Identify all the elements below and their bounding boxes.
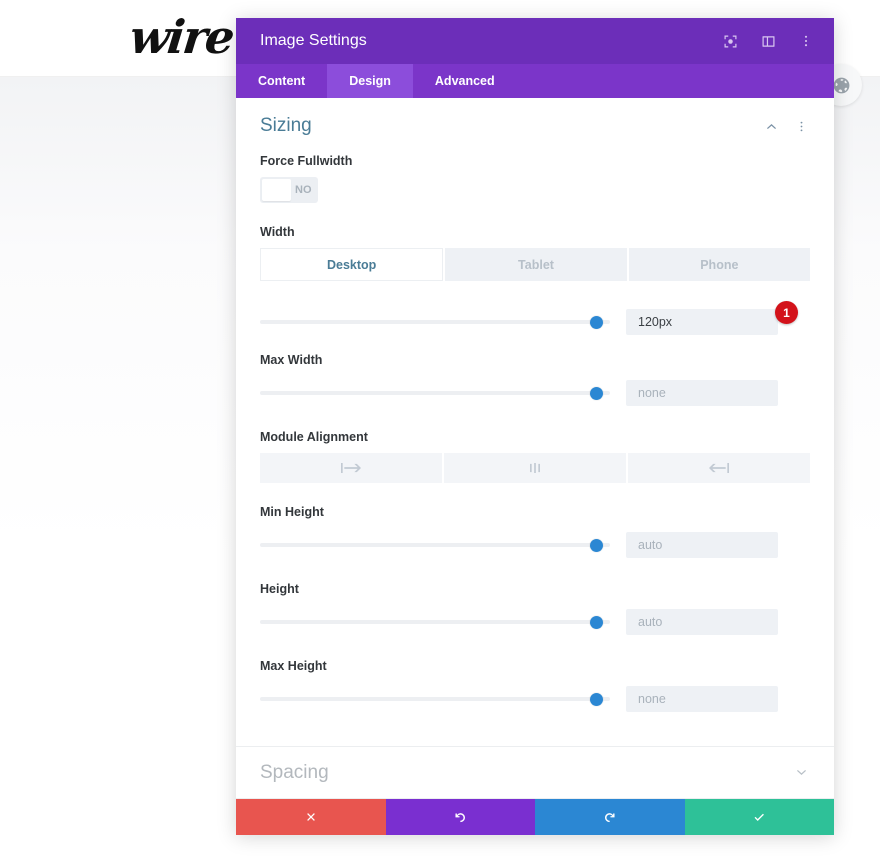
slider-track bbox=[260, 620, 610, 624]
panel-layout-glyph bbox=[762, 35, 774, 47]
field-max-width: Max Width none bbox=[260, 353, 810, 410]
slider-handle[interactable] bbox=[589, 539, 603, 552]
modal-body: Sizing Force Fullwidth NO Width Desktop … bbox=[236, 98, 834, 799]
slider-handle[interactable] bbox=[589, 693, 603, 706]
panel-layout-icon[interactable] bbox=[756, 29, 780, 53]
site-logo: wire bbox=[127, 10, 236, 64]
chevron-down-icon[interactable] bbox=[792, 764, 810, 782]
min-height-input[interactable]: auto bbox=[626, 532, 778, 558]
globe-glyph bbox=[833, 77, 849, 93]
slider-handle[interactable] bbox=[589, 616, 603, 629]
min-height-slider-row: auto bbox=[260, 528, 810, 562]
device-tab-tablet[interactable]: Tablet bbox=[445, 248, 627, 281]
min-height-slider[interactable] bbox=[260, 528, 610, 562]
modal-tabs: Content Design Advanced bbox=[236, 64, 834, 98]
modal-title: Image Settings bbox=[260, 32, 367, 49]
undo-button[interactable] bbox=[385, 799, 535, 835]
height-slider-row: auto bbox=[260, 605, 810, 639]
field-max-width-label: Max Width bbox=[260, 353, 323, 367]
field-width-label: Width bbox=[260, 225, 295, 239]
chevron-up-glyph bbox=[766, 123, 776, 129]
tab-design[interactable]: Design bbox=[327, 64, 413, 98]
more-vertical-icon[interactable] bbox=[792, 117, 810, 135]
max-height-slider-row: none bbox=[260, 682, 810, 716]
width-input[interactable]: 120px bbox=[626, 309, 778, 335]
more-vertical-icon[interactable] bbox=[794, 29, 818, 53]
section-spacing-title: Spacing bbox=[260, 761, 329, 783]
slider-track bbox=[260, 543, 610, 547]
undo-icon bbox=[455, 812, 465, 822]
toggle-knob bbox=[262, 179, 291, 201]
device-tab-phone[interactable]: Phone bbox=[628, 248, 810, 281]
align-center-glyph bbox=[530, 463, 540, 473]
width-device-tabs: Desktop Tablet Phone bbox=[260, 248, 810, 281]
align-left-glyph bbox=[341, 463, 361, 473]
field-module-alignment: Module Alignment bbox=[260, 430, 810, 483]
redo-button[interactable] bbox=[535, 799, 685, 835]
device-tab-desktop[interactable]: Desktop bbox=[260, 248, 444, 281]
field-force-fullwidth: Force Fullwidth NO bbox=[260, 154, 810, 203]
modal-titlebar-actions bbox=[718, 29, 818, 53]
slider-track bbox=[260, 320, 610, 324]
image-settings-modal: Image Settings Content Design Advanced S… bbox=[236, 18, 834, 835]
slider-handle[interactable] bbox=[589, 316, 603, 329]
section-sizing-title: Sizing bbox=[260, 115, 312, 136]
focus-target-glyph bbox=[724, 35, 736, 47]
field-max-height-label: Max Height bbox=[260, 659, 327, 673]
max-width-slider[interactable] bbox=[260, 376, 610, 410]
field-max-height: Max Height none bbox=[260, 659, 810, 716]
chevron-down-glyph bbox=[796, 769, 806, 776]
focus-target-icon[interactable] bbox=[718, 29, 742, 53]
redo-icon bbox=[605, 812, 615, 822]
align-right-glyph bbox=[709, 463, 729, 473]
field-min-height: Min Height auto bbox=[260, 505, 810, 562]
field-min-height-label: Min Height bbox=[260, 505, 324, 519]
width-slider-row: 120px 1 bbox=[260, 301, 810, 339]
width-slider[interactable] bbox=[260, 305, 610, 339]
section-sizing: Sizing Force Fullwidth NO Width Desktop … bbox=[236, 98, 834, 747]
max-height-slider[interactable] bbox=[260, 682, 610, 716]
field-width: Width Desktop Tablet Phone 120px 1 bbox=[260, 225, 810, 339]
toggle-value: NO bbox=[295, 184, 312, 196]
max-width-slider-row: none bbox=[260, 376, 810, 410]
slider-handle[interactable] bbox=[589, 387, 603, 400]
chevron-up-icon[interactable] bbox=[762, 117, 780, 135]
align-left-icon[interactable] bbox=[260, 453, 442, 483]
more-vertical-glyph bbox=[800, 121, 802, 131]
settings-scroll-area: Sizing Force Fullwidth NO Width Desktop … bbox=[236, 98, 834, 799]
section-spacing-actions bbox=[792, 764, 810, 782]
tab-advanced[interactable]: Advanced bbox=[413, 64, 517, 98]
section-spacing-header[interactable]: Spacing bbox=[236, 747, 834, 798]
section-spacing: Spacing bbox=[236, 747, 834, 799]
status-badge: 1 bbox=[775, 301, 798, 324]
force-fullwidth-toggle[interactable]: NO bbox=[260, 177, 318, 203]
modal-titlebar: Image Settings bbox=[236, 18, 834, 64]
section-sizing-actions bbox=[762, 117, 810, 135]
align-right-icon[interactable] bbox=[628, 453, 810, 483]
close-icon bbox=[306, 813, 315, 821]
max-height-input[interactable]: none bbox=[626, 686, 778, 712]
section-sizing-header[interactable]: Sizing bbox=[236, 98, 834, 154]
section-sizing-body: Force Fullwidth NO Width Desktop Tablet … bbox=[236, 154, 834, 746]
slider-track bbox=[260, 391, 610, 395]
check-icon bbox=[754, 813, 764, 821]
field-module-alignment-label: Module Alignment bbox=[260, 430, 368, 444]
field-force-fullwidth-label: Force Fullwidth bbox=[260, 154, 353, 168]
field-height-label: Height bbox=[260, 582, 299, 596]
height-slider[interactable] bbox=[260, 605, 610, 639]
max-width-input[interactable]: none bbox=[626, 380, 778, 406]
more-vertical-glyph bbox=[804, 35, 808, 47]
tab-content[interactable]: Content bbox=[236, 64, 327, 98]
field-height: Height auto bbox=[260, 582, 810, 639]
slider-track bbox=[260, 697, 610, 701]
module-alignment-buttons bbox=[260, 453, 810, 483]
modal-footer bbox=[236, 799, 834, 835]
height-input[interactable]: auto bbox=[626, 609, 778, 635]
align-center-icon[interactable] bbox=[444, 453, 626, 483]
cancel-button[interactable] bbox=[236, 799, 386, 835]
save-button[interactable] bbox=[684, 799, 834, 835]
